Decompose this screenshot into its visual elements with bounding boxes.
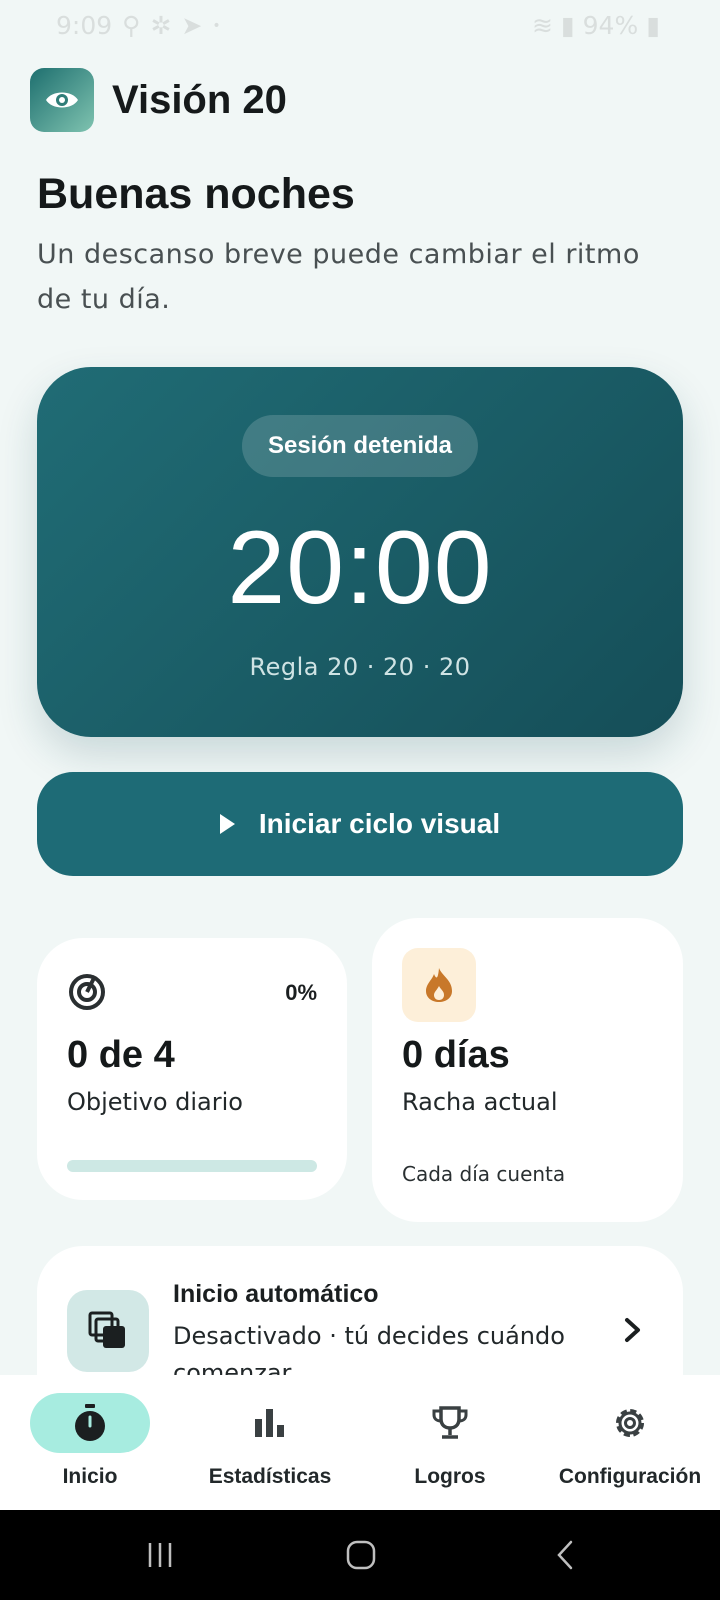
nav-item-logros[interactable]: Logros <box>360 1375 540 1510</box>
app-bar: Visión 20 <box>30 68 287 132</box>
goal-label: Objetivo diario <box>67 1088 243 1116</box>
settings-status-icon: ✲ <box>150 11 172 40</box>
app-title: Visión 20 <box>112 77 287 122</box>
goal-progress-bar <box>67 1160 317 1172</box>
streak-card[interactable]: 0 días Racha actual Cada día cuenta <box>372 918 683 1222</box>
goal-value: 0 de 4 <box>67 1034 175 1076</box>
signal-icon: ▮ <box>560 11 575 40</box>
target-icon <box>67 972 107 1016</box>
nav-label-inicio: Inicio <box>62 1465 118 1488</box>
flame-icon <box>402 948 476 1022</box>
daily-goal-card[interactable]: 0% 0 de 4 Objetivo diario <box>37 938 347 1200</box>
nav-label-estadisticas: Estadísticas <box>208 1465 332 1488</box>
status-bar: 9:09 ⚲ ✲ ➤ • ≋ ▮ 94% ▮ <box>0 0 720 52</box>
send-icon: ➤ <box>181 11 203 40</box>
wifi-icon: ≋ <box>531 11 553 40</box>
nav-label-configuracion: Configuración <box>558 1465 702 1488</box>
greeting-title: Buenas noches <box>37 170 355 218</box>
streak-note: Cada día cuenta <box>402 1162 566 1186</box>
stopwatch-icon <box>30 1393 150 1453</box>
start-cycle-label: Iniciar ciclo visual <box>258 808 501 839</box>
eye-icon <box>30 68 94 132</box>
greeting-subtitle: Un descanso breve puede cambiar el ritmo… <box>37 239 640 315</box>
streak-label: Racha actual <box>402 1088 558 1116</box>
dot-icon: • <box>212 17 221 34</box>
bottom-navigation: Inicio Estadísticas Logros Configuración <box>0 1375 720 1510</box>
timer-display: 20:00 <box>227 510 493 626</box>
chevron-right-icon <box>623 1316 643 1348</box>
gear-icon <box>570 1393 690 1453</box>
streak-value: 0 días <box>402 1034 510 1076</box>
trophy-icon <box>390 1393 510 1453</box>
battery-level: 94% <box>582 11 639 40</box>
nav-item-configuracion[interactable]: Configuración <box>540 1375 720 1510</box>
auto-start-icon <box>67 1290 149 1372</box>
timer-rule-label: Regla 20 · 20 · 20 <box>249 653 471 681</box>
play-icon <box>219 814 235 834</box>
nav-item-inicio[interactable]: Inicio <box>0 1375 180 1510</box>
goal-percent: 0% <box>285 980 317 1005</box>
battery-icon: ▮ <box>646 11 660 40</box>
nav-item-estadisticas[interactable]: Estadísticas <box>180 1375 360 1510</box>
auto-start-title: Inicio automático <box>173 1280 379 1308</box>
location-icon: ⚲ <box>122 11 141 40</box>
start-cycle-button[interactable]: Iniciar ciclo visual <box>37 772 683 876</box>
status-time: 9:09 <box>56 11 113 40</box>
nav-label-logros: Logros <box>414 1465 486 1488</box>
home-icon[interactable] <box>340 1532 382 1578</box>
bar-chart-icon <box>210 1393 330 1453</box>
system-navigation-bar <box>0 1510 720 1600</box>
back-icon[interactable] <box>550 1532 580 1578</box>
recent-apps-icon[interactable] <box>140 1532 180 1578</box>
timer-card: Sesión detenida 20:00 Regla 20 · 20 · 20 <box>37 367 683 737</box>
session-status-badge: Sesión detenida <box>241 415 479 477</box>
